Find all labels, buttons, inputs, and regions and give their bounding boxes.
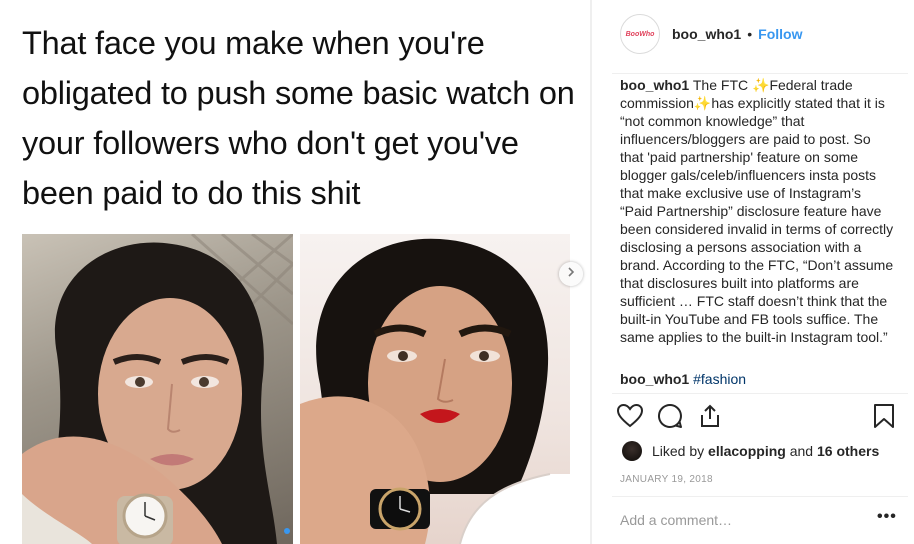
follow-button[interactable]: Follow [758,26,802,42]
photo-left [22,234,293,544]
meme-text: That face you make when you're obligated… [22,25,575,211]
divider [612,73,908,74]
comment-icon[interactable] [656,402,684,430]
post-sidebar: BooWho boo_who1 • Follow boo_who1 The FT… [594,0,914,544]
hashtag-link[interactable]: #fashion [693,371,746,387]
likes-and: and [789,443,814,459]
more-options-button[interactable]: ••• [877,508,897,526]
photo-right [300,234,570,544]
likes-prefix: Liked by [652,443,705,459]
avatar-logo-text: BooWho [625,30,655,38]
carousel-dot [294,528,300,534]
comment-input[interactable]: Add a comment… [620,512,732,528]
header-separator: • [747,26,753,42]
avatar[interactable]: BooWho [620,14,660,54]
caption-text: The FTC [692,77,752,93]
header-username[interactable]: boo_who1 [672,26,741,42]
divider [612,393,908,394]
post-caption: boo_who1 The FTC ✨Federal trade commissi… [620,76,896,346]
action-bar [612,402,902,432]
sparkle-icon: ✨ [752,77,770,93]
carousel-next-button[interactable] [559,262,583,286]
post-date[interactable]: JANUARY 19, 2018 [620,474,713,485]
heart-icon[interactable] [616,402,644,430]
share-icon[interactable] [696,402,724,430]
caption-text: has explicitly stated that it is “not co… [620,95,894,345]
comment-item: boo_who1 #fashion [620,370,746,388]
avatar[interactable] [622,441,642,461]
bookmark-icon[interactable] [870,402,898,430]
comment-username[interactable]: boo_who1 [620,371,689,387]
divider [590,0,592,544]
carousel-dot [284,528,290,534]
sparkle-icon: ✨ [693,95,712,111]
likes-summary: Liked by ellacopping and 16 others [622,441,879,461]
chevron-right-icon [565,265,577,283]
liker-username[interactable]: ellacopping [708,443,786,459]
post-header: BooWho boo_who1 • Follow [620,14,802,54]
post-media[interactable]: That face you make when you're obligated… [0,0,590,544]
carousel-indicator [284,528,300,534]
likes-others-link[interactable]: 16 others [817,443,879,459]
caption-username[interactable]: boo_who1 [620,77,689,93]
divider [612,496,908,497]
